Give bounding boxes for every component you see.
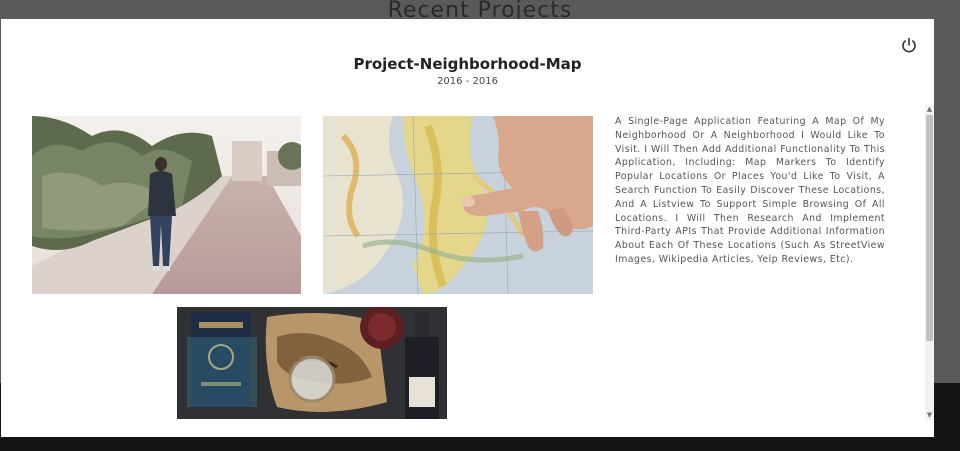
scrollbar-thumb[interactable] [926,115,933,341]
background-section-heading: Recent Projects [387,0,573,20]
modal-scrollbar[interactable]: ▲ ▼ [925,105,934,420]
modal-dates: 2016 - 2016 [437,76,498,87]
project-description: A Single-Page Application Featuring A Ma… [615,116,885,265]
walking-street-photo [32,116,301,294]
modal-title: Project-Neighborhood-Map [353,55,582,73]
project-modal: Project-Neighborhood-Map 2016 - 2016 A S… [1,19,934,437]
power-icon[interactable] [900,36,918,54]
scroll-down-arrow-icon[interactable]: ▼ [925,411,934,420]
passport-map-wine-photo [177,307,447,419]
scroll-up-arrow-icon[interactable]: ▲ [925,105,934,114]
map-hand-photo [323,116,593,294]
